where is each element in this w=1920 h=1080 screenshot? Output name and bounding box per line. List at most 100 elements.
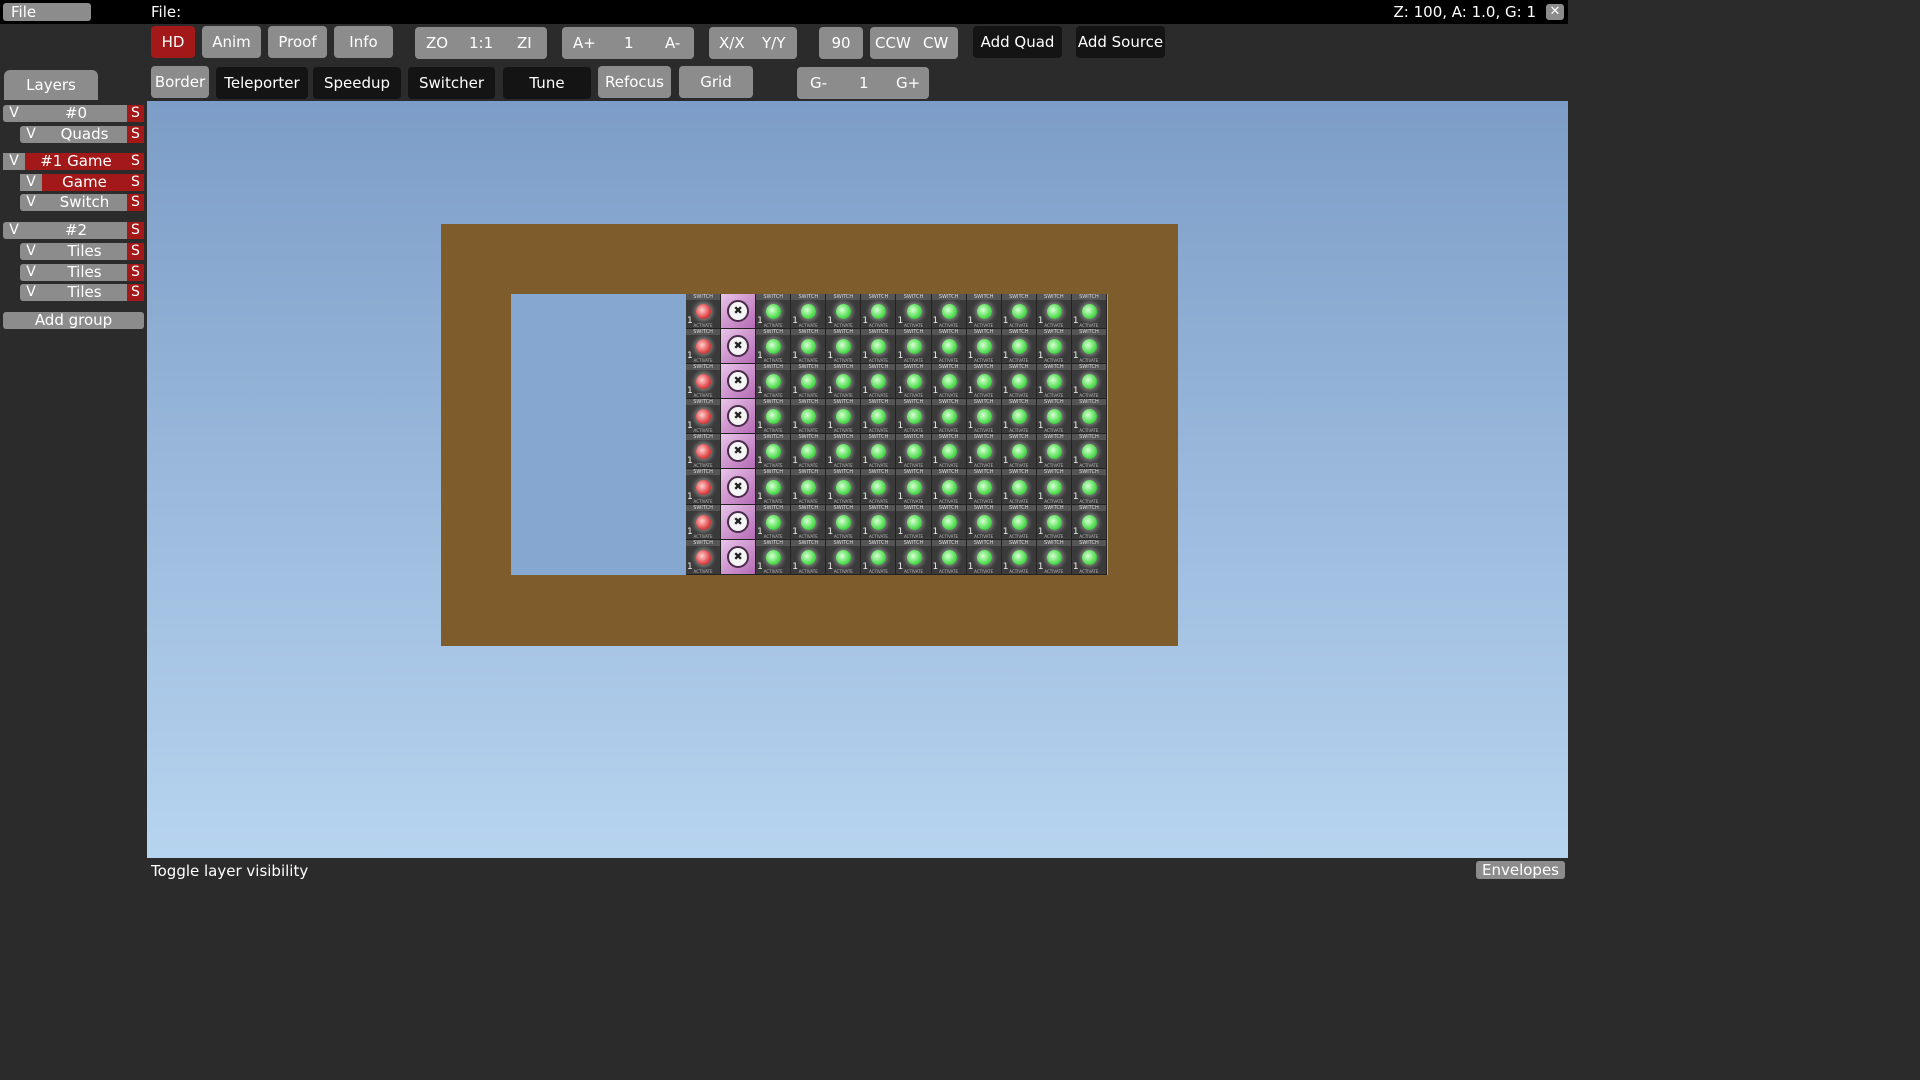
group-visibility-toggle[interactable]: V bbox=[3, 153, 25, 170]
menu-bar: File File: Z: 100, A: 1.0, G: 1 ✕ bbox=[0, 0, 1568, 24]
anim-button[interactable]: Anim bbox=[202, 26, 261, 58]
layer-row[interactable]: V Tiles S bbox=[20, 264, 144, 281]
zoom-reset-button[interactable]: 1:1 bbox=[469, 27, 493, 59]
flip-x-button[interactable]: X/X bbox=[719, 27, 745, 59]
map-tile: SWITCH 1 ACTIVATE bbox=[686, 539, 722, 575]
layer-solo-toggle[interactable]: S bbox=[127, 284, 144, 301]
border-button[interactable]: Border bbox=[151, 66, 209, 98]
anim-speed-down-button[interactable]: A- bbox=[665, 27, 680, 59]
timer-icon: ✖ bbox=[727, 545, 750, 568]
flip-y-button[interactable]: Y/Y bbox=[762, 27, 785, 59]
switch-on-icon bbox=[941, 374, 957, 390]
layer-row[interactable]: V Game S bbox=[20, 174, 144, 191]
grid-button[interactable]: Grid bbox=[679, 66, 753, 98]
info-button[interactable]: Info bbox=[334, 26, 393, 58]
switcher-button[interactable]: Switcher bbox=[408, 67, 495, 99]
map-tile: SWITCH 1 ACTIVATE bbox=[931, 294, 967, 330]
rotate-ccw-button[interactable]: CCW bbox=[875, 27, 911, 59]
layer-solo-toggle[interactable]: S bbox=[127, 126, 144, 143]
layer-visibility-toggle[interactable]: V bbox=[20, 243, 42, 260]
rotate-cw-button[interactable]: CW bbox=[923, 27, 948, 59]
layer-visibility-toggle[interactable]: V bbox=[20, 174, 42, 191]
tile-sublabel: ACTIVATE bbox=[868, 533, 888, 539]
envelopes-button[interactable]: Envelopes bbox=[1476, 861, 1565, 879]
layer-row[interactable]: V Switch S bbox=[20, 194, 144, 211]
map-tile: SWITCH 1 ACTIVATE bbox=[1071, 399, 1107, 435]
tile-sublabel: ACTIVATE bbox=[974, 393, 994, 399]
tune-button[interactable]: Tune bbox=[503, 67, 591, 99]
map-canvas[interactable]: SWITCH 1 ACTIVATE ✖ SWITCH 1 ACTIVATE SWITCH 1 AC… bbox=[147, 101, 1568, 858]
map-tile: SWITCH 1 ACTIVATE bbox=[1036, 539, 1072, 575]
layer-solo-toggle[interactable]: S bbox=[127, 243, 144, 260]
layer-solo-toggle[interactable]: S bbox=[127, 264, 144, 281]
zoom-out-button[interactable]: ZO bbox=[426, 27, 448, 59]
grid-size-value: 1 bbox=[859, 74, 869, 92]
zoom-in-button[interactable]: ZI bbox=[517, 27, 532, 59]
layer-row[interactable]: V Tiles S bbox=[20, 243, 144, 260]
tile-sublabel: ACTIVATE bbox=[974, 323, 994, 329]
group-solo-toggle[interactable]: S bbox=[127, 105, 144, 122]
add-group-button[interactable]: Add group bbox=[3, 312, 144, 329]
layer-solo-toggle[interactable]: S bbox=[127, 174, 144, 191]
tile-label: SWITCH bbox=[966, 539, 1001, 546]
tile-label: SWITCH bbox=[686, 539, 721, 546]
switch-off-icon bbox=[696, 549, 712, 565]
tile-sublabel: ACTIVATE bbox=[1044, 393, 1064, 399]
tile-label: SWITCH bbox=[756, 469, 791, 476]
tile-sublabel: ACTIVATE bbox=[833, 463, 853, 469]
speedup-button[interactable]: Speedup bbox=[313, 67, 401, 99]
map-tile: SWITCH 1 ACTIVATE bbox=[1071, 364, 1107, 400]
tile-label: SWITCH bbox=[931, 434, 966, 441]
group-solo-toggle[interactable]: S bbox=[127, 222, 144, 239]
map-tile: SWITCH 1 ACTIVATE bbox=[1001, 434, 1037, 470]
anim-speed-up-button[interactable]: A+ bbox=[573, 27, 596, 59]
add-source-button[interactable]: Add Source bbox=[1076, 26, 1165, 58]
grid-decrease-button[interactable]: G- bbox=[810, 67, 827, 99]
map-tile: SWITCH 1 ACTIVATE bbox=[686, 504, 722, 540]
tile-label: SWITCH bbox=[1071, 539, 1106, 546]
add-quad-button[interactable]: Add Quad bbox=[973, 26, 1062, 58]
tile-label: SWITCH bbox=[756, 434, 791, 441]
layer-visibility-toggle[interactable]: V bbox=[20, 284, 42, 301]
tile-sublabel: ACTIVATE bbox=[693, 568, 713, 574]
tile-label: SWITCH bbox=[791, 434, 826, 441]
tile-label: SWITCH bbox=[826, 469, 861, 476]
tile-sublabel: ACTIVATE bbox=[1009, 498, 1029, 504]
proof-button[interactable]: Proof bbox=[268, 26, 327, 58]
layer-group-1[interactable]: V #1 Game S bbox=[3, 153, 144, 170]
layer-row[interactable]: V Tiles S bbox=[20, 284, 144, 301]
layer-group-2[interactable]: V #2 S bbox=[3, 222, 144, 239]
tile-label: SWITCH bbox=[791, 399, 826, 406]
map-tile: SWITCH 1 ACTIVATE bbox=[791, 399, 827, 435]
teleporter-button[interactable]: Teleporter bbox=[216, 67, 308, 99]
rotate-angle-field[interactable]: 90 bbox=[819, 27, 863, 59]
map-tile: SWITCH 1 ACTIVATE bbox=[896, 539, 932, 575]
hd-button[interactable]: HD bbox=[151, 26, 195, 58]
group-visibility-toggle[interactable]: V bbox=[3, 105, 25, 122]
group-visibility-toggle[interactable]: V bbox=[3, 222, 25, 239]
tile-label: SWITCH bbox=[1036, 364, 1071, 371]
file-menu-button[interactable]: File bbox=[3, 3, 91, 21]
map-tile: SWITCH 1 ACTIVATE bbox=[1071, 294, 1107, 330]
layer-visibility-toggle[interactable]: V bbox=[20, 126, 42, 143]
switch-off-icon bbox=[696, 479, 712, 495]
tile-label: SWITCH bbox=[966, 434, 1001, 441]
map-tile: SWITCH 1 ACTIVATE bbox=[896, 399, 932, 435]
layers-tab[interactable]: Layers bbox=[4, 70, 98, 100]
layer-group-0[interactable]: V #0 S bbox=[3, 105, 144, 122]
layer-visibility-toggle[interactable]: V bbox=[20, 264, 42, 281]
switch-on-icon bbox=[1046, 549, 1062, 565]
group-solo-toggle[interactable]: S bbox=[127, 153, 144, 170]
refocus-button[interactable]: Refocus bbox=[598, 66, 671, 98]
map-tile: SWITCH 1 ACTIVATE bbox=[756, 364, 792, 400]
switch-on-icon bbox=[801, 479, 817, 495]
layer-visibility-toggle[interactable]: V bbox=[20, 194, 42, 211]
layer-solo-toggle[interactable]: S bbox=[127, 194, 144, 211]
tile-sublabel: ACTIVATE bbox=[1009, 533, 1029, 539]
grid-increase-button[interactable]: G+ bbox=[896, 67, 920, 99]
tile-label: SWITCH bbox=[966, 469, 1001, 476]
map-tile: SWITCH 1 ACTIVATE bbox=[756, 399, 792, 435]
layer-row[interactable]: V Quads S bbox=[20, 126, 144, 143]
close-button[interactable]: ✕ bbox=[1546, 4, 1564, 20]
tile-sublabel: ACTIVATE bbox=[904, 568, 923, 574]
